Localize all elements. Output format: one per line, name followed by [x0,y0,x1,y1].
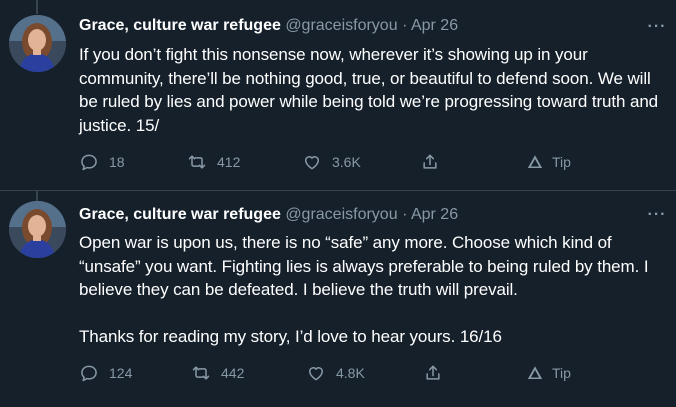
tweet-thread: Grace, culture war refugee @graceisforyo… [0,0,676,407]
share-button[interactable] [420,150,450,174]
author-name[interactable]: Grace, culture war refugee [79,206,281,223]
reply-count: 18 [109,154,125,170]
separator-dot: · [402,206,408,223]
retweet-count: 412 [217,154,241,170]
tip-label: Tip [552,365,571,381]
tip-icon [527,155,543,168]
like-button[interactable]: 3.6K [302,150,361,174]
retweet-button[interactable]: 442 [191,361,244,385]
author-handle[interactable]: @graceisforyou [285,17,397,34]
like-icon [309,367,323,381]
tip-button[interactable]: Tip [526,361,571,385]
tweet-actions: 18 412 3.6K Tip [79,150,669,174]
share-icon [426,365,440,380]
retweet-count: 442 [221,365,245,381]
reply-icon [81,154,97,171]
avatar[interactable] [9,15,66,72]
retweet-icon [188,155,206,169]
tweet-date[interactable]: Apr 26 [411,206,458,223]
like-button[interactable]: 4.8K [306,361,365,385]
like-count: 4.8K [336,365,365,381]
reply-icon [81,365,97,382]
avatar-photo [9,15,66,72]
share-icon [423,154,437,169]
tweet-header: Grace, culture war refugee @graceisforyo… [79,15,458,37]
share-button[interactable] [423,361,453,385]
retweet-button[interactable]: 412 [187,150,240,174]
tip-button[interactable]: Tip [526,150,571,174]
tweet-16[interactable]: Grace, culture war refugee @graceisforyo… [0,191,676,407]
author-name[interactable]: Grace, culture war refugee [79,17,281,34]
tweet-text: If you don’t fight this nonsense now, wh… [79,45,663,135]
tip-icon [527,366,543,379]
more-icon[interactable]: ··· [646,207,668,224]
avatar[interactable] [9,201,66,258]
reply-button[interactable]: 18 [79,150,125,174]
like-count: 3.6K [332,154,361,170]
avatar-photo [9,201,66,258]
reply-button[interactable]: 124 [79,361,132,385]
tweet-text: Open war is upon us, there is no “safe” … [79,233,649,346]
tweet-15[interactable]: Grace, culture war refugee @graceisforyo… [0,0,676,190]
tip-label: Tip [552,154,571,170]
reply-count: 124 [109,365,133,381]
tweet-actions: 124 442 4.8K Tip [79,361,669,385]
tweet-header: Grace, culture war refugee @graceisforyo… [79,204,458,226]
separator-dot: · [402,17,408,34]
author-handle[interactable]: @graceisforyou [285,206,397,223]
retweet-icon [192,366,210,380]
tweet-date[interactable]: Apr 26 [411,17,458,34]
more-icon[interactable]: ··· [646,19,668,36]
like-icon [305,156,319,170]
